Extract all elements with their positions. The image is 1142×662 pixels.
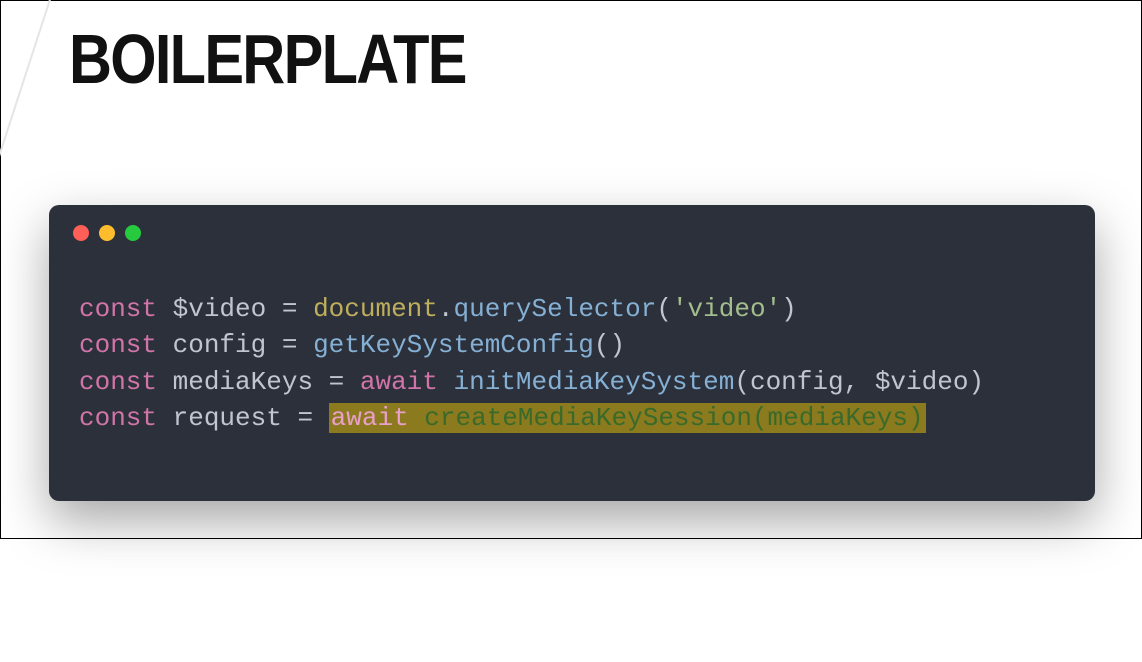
window-controls — [49, 205, 1095, 251]
code-block: const $video = document.querySelector('v… — [49, 251, 1095, 467]
minimize-icon[interactable] — [99, 225, 115, 241]
code-line: const $video = document.querySelector('v… — [79, 291, 1065, 327]
code-line: const config = getKeySystemConfig() — [79, 327, 1065, 363]
zoom-icon[interactable] — [125, 225, 141, 241]
close-icon[interactable] — [73, 225, 89, 241]
code-window: const $video = document.querySelector('v… — [49, 205, 1095, 501]
code-line: const request = await createMediaKeySess… — [79, 400, 1065, 436]
slide-title: BOILERPLATE — [69, 19, 466, 99]
code-line: const mediaKeys = await initMediaKeySyst… — [79, 364, 1065, 400]
